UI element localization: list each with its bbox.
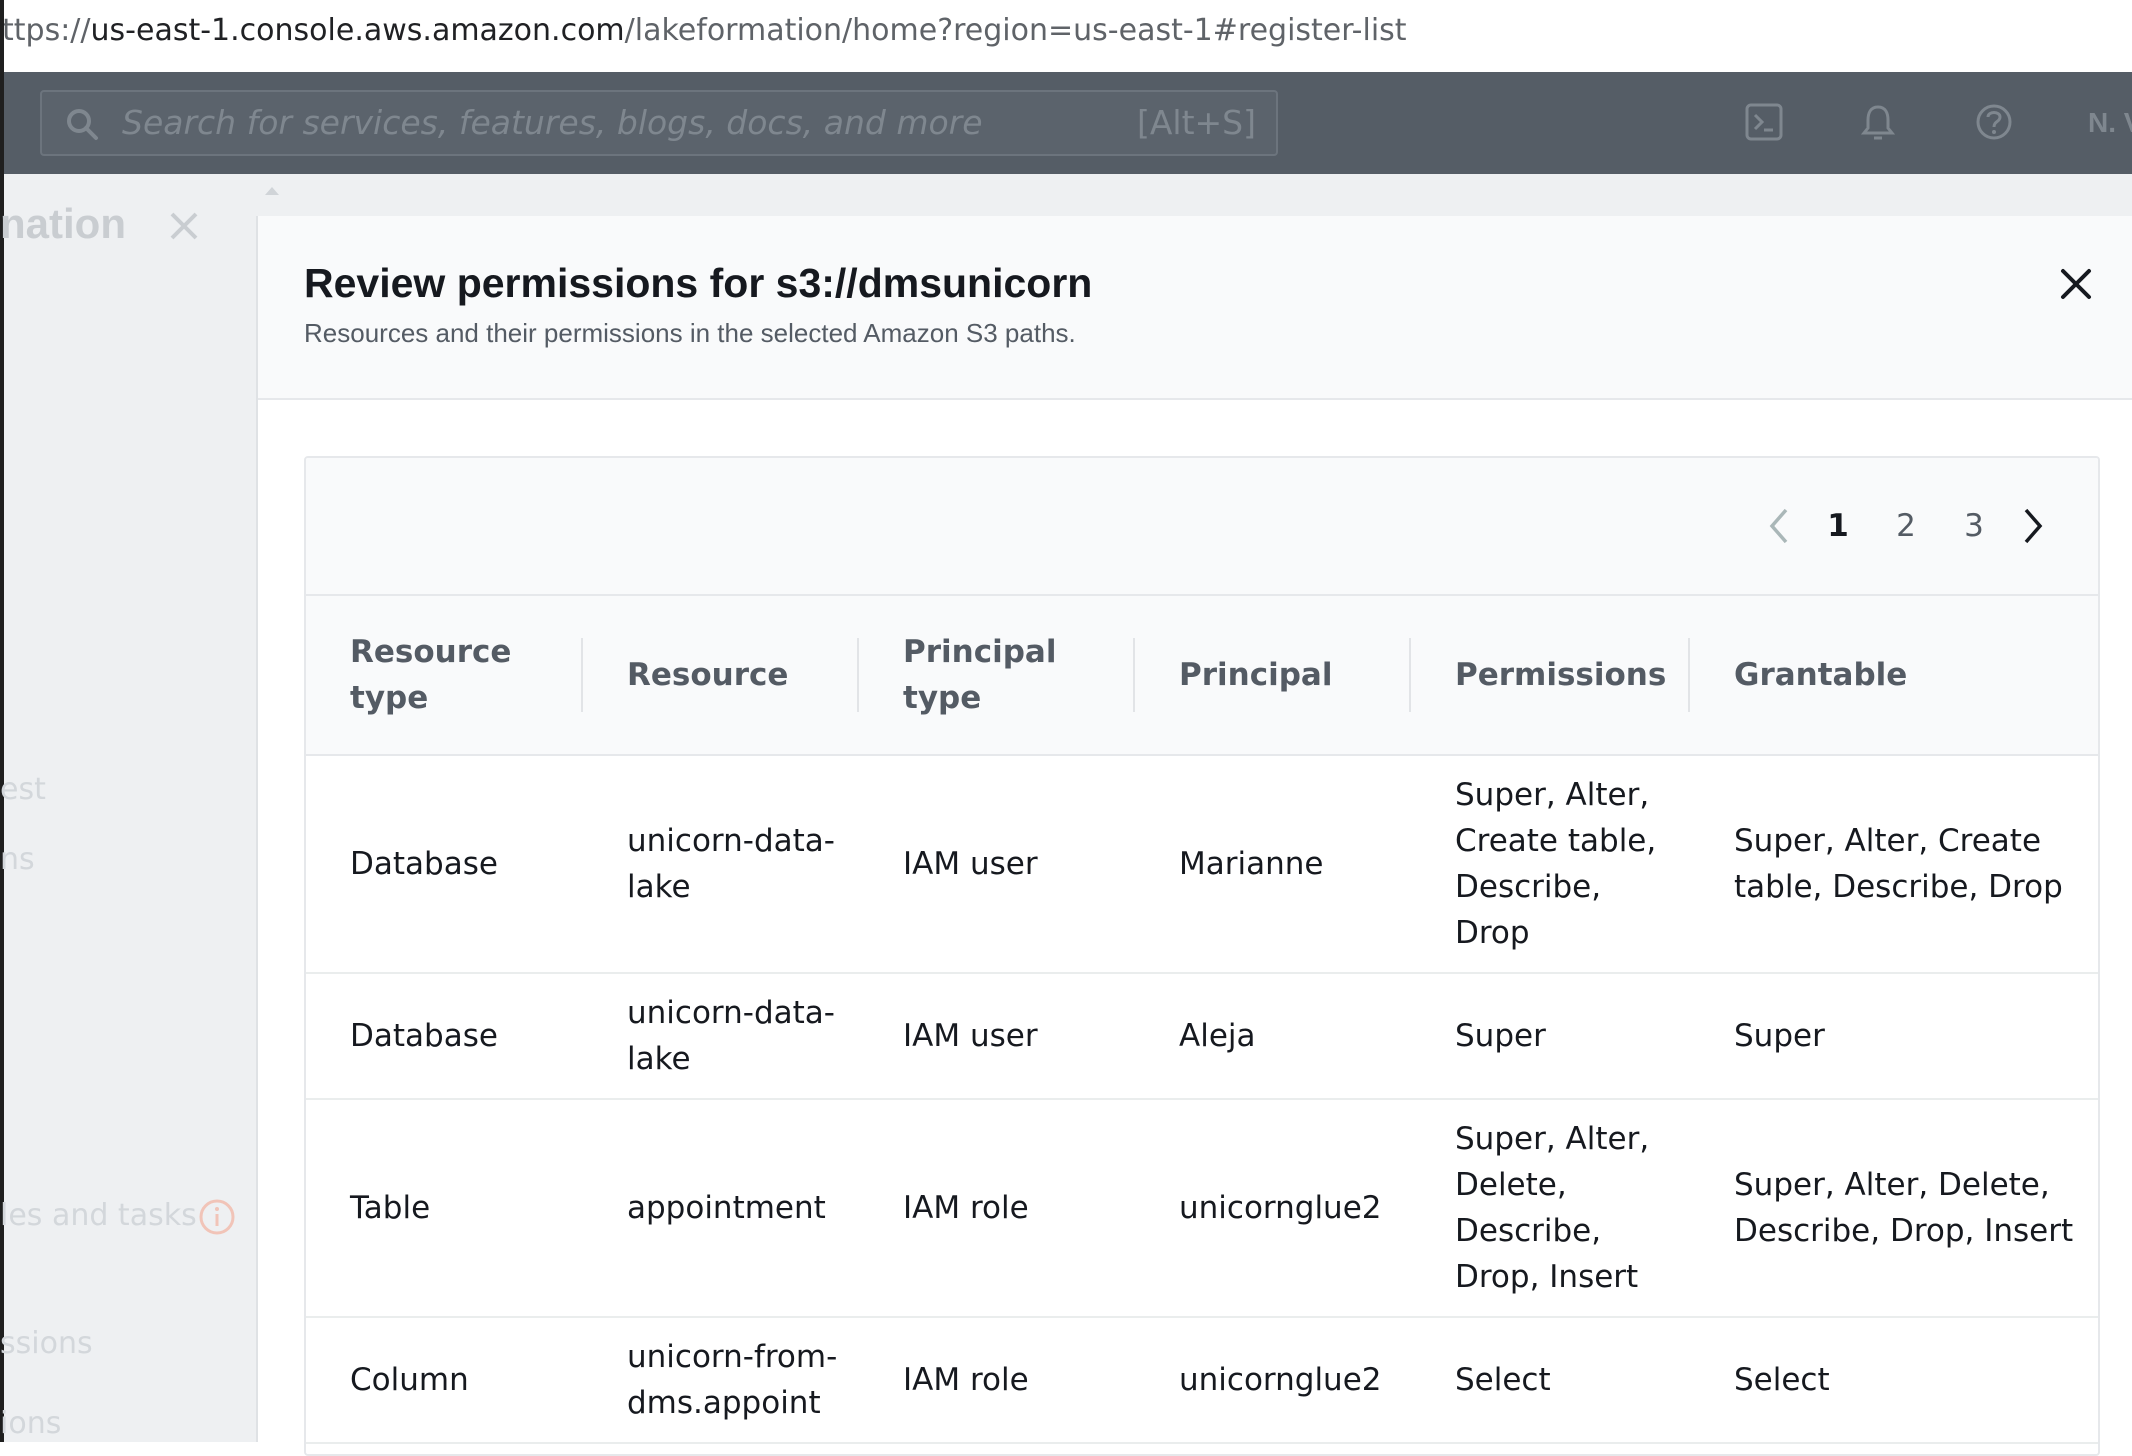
background-nav-item: ssions xyxy=(0,1326,93,1361)
notifications-bell-icon[interactable] xyxy=(1858,102,1898,142)
cloudshell-icon[interactable] xyxy=(1744,102,1784,142)
cell-principal-type: IAM user xyxy=(859,973,1135,1100)
cell-principal: Aleja xyxy=(1135,973,1411,1100)
cell-resource: appointment xyxy=(583,1099,859,1318)
cell-resource-type: Table xyxy=(306,1099,583,1318)
info-icon xyxy=(199,1199,235,1235)
background-nav-item: les and tasks xyxy=(0,1198,197,1233)
pagination: 1 2 3 xyxy=(1754,458,2058,594)
search-shortcut: [Alt+S] xyxy=(1136,103,1256,142)
url-host: us-east-1.console.aws.amazon.com xyxy=(90,13,625,48)
review-permissions-modal: Review permissions for s3://dmsunicorn R… xyxy=(256,216,2132,1456)
cell-resource: unicorn-data-lake xyxy=(583,755,859,974)
table-header-row: Resource type Resource Principal type Pr… xyxy=(306,596,2098,756)
cell-resource: unicorn-data-lake xyxy=(583,973,859,1100)
close-icon[interactable] xyxy=(2058,266,2094,302)
table-toolbar: 1 2 3 xyxy=(306,458,2098,596)
url-prefix: ttps:// xyxy=(2,13,91,48)
table-row: Database unicorn-data-lake IAM user Mari… xyxy=(306,755,2098,974)
cell-permissions: Super xyxy=(1411,973,1690,1100)
cell-principal-type: IAM user xyxy=(859,755,1135,974)
chevron-right-icon xyxy=(2024,508,2043,544)
background-nav-item: est xyxy=(0,772,46,807)
scroll-up-caret-icon xyxy=(265,187,279,195)
cell-grantable: Select xyxy=(1690,1317,2098,1444)
cell-resource-type: Column xyxy=(306,1317,583,1444)
url-path: /lakeformation/home?region=us-east-1#reg… xyxy=(624,13,1407,48)
modal-title: Review permissions for s3://dmsunicorn xyxy=(304,260,1093,306)
cell-principal: unicornglue2 xyxy=(1135,1099,1411,1318)
permissions-table-container: 1 2 3 Resource type Resource Principal t… xyxy=(304,456,2100,1456)
table-row: Database unicorn-data-lake IAM user Alej… xyxy=(306,973,2098,1100)
cell-principal: Marianne xyxy=(1135,755,1411,974)
table-row: Column unicorn-from-dms.appoint IAM role… xyxy=(306,1317,2098,1444)
cell-permissions: Select xyxy=(1411,1317,1690,1444)
next-page-button[interactable] xyxy=(2008,507,2058,545)
region-selector[interactable]: N. V xyxy=(2088,72,2132,174)
cell-resource-type: Database xyxy=(306,973,583,1100)
background-page-title: nation xyxy=(0,200,126,247)
column-header-grantable[interactable]: Grantable xyxy=(1690,596,2098,756)
column-header-resource[interactable]: Resource xyxy=(583,596,859,756)
search-placeholder: Search for services, features, blogs, do… xyxy=(122,103,983,142)
cell-principal-type: IAM role xyxy=(859,1099,1135,1318)
cell-grantable: Super, Alter, Delete, Describe, Drop, In… xyxy=(1690,1099,2098,1318)
background-nav-item: ions xyxy=(0,1406,62,1441)
page-3-button[interactable]: 3 xyxy=(1940,508,2008,544)
search-icon xyxy=(67,109,98,140)
column-header-principal[interactable]: Principal xyxy=(1135,596,1411,756)
column-header-resource-type[interactable]: Resource type xyxy=(306,596,583,756)
modal-subtitle: Resources and their permissions in the s… xyxy=(304,318,1076,348)
column-header-permissions[interactable]: Permissions xyxy=(1411,596,1690,756)
service-search-input[interactable]: Search for services, features, blogs, do… xyxy=(40,90,1278,156)
cell-principal: unicornglue2 xyxy=(1135,1317,1411,1444)
column-header-principal-type[interactable]: Principal type xyxy=(859,596,1135,756)
background-nav-item: ns xyxy=(0,842,35,877)
table-row: Table appointment IAM role unicornglue2 … xyxy=(306,1099,2098,1318)
modal-header: Review permissions for s3://dmsunicorn R… xyxy=(258,216,2132,400)
page-2-button[interactable]: 2 xyxy=(1872,508,1940,544)
previous-page-button[interactable] xyxy=(1754,507,1804,545)
cell-permissions: Super, Alter, Create table, Describe, Dr… xyxy=(1411,755,1690,974)
background-close-icon xyxy=(170,212,198,240)
cell-principal-type: IAM role xyxy=(859,1317,1135,1444)
page-1-button[interactable]: 1 xyxy=(1804,508,1872,544)
browser-url-bar[interactable]: ttps://us-east-1.console.aws.amazon.com/… xyxy=(0,0,2132,68)
help-icon[interactable] xyxy=(1974,102,2014,142)
cell-grantable: Super xyxy=(1690,973,2098,1100)
cell-grantable: Super, Alter, Create table, Describe, Dr… xyxy=(1690,755,2098,974)
cell-permissions: Super, Alter, Delete, Describe, Drop, In… xyxy=(1411,1099,1690,1318)
cell-resource-type: Database xyxy=(306,755,583,974)
aws-console-header: Search for services, features, blogs, do… xyxy=(0,72,2132,174)
chevron-left-icon xyxy=(1769,508,1788,544)
permissions-table: Resource type Resource Principal type Pr… xyxy=(306,596,2098,1444)
cell-resource: unicorn-from-dms.appoint xyxy=(583,1317,859,1444)
